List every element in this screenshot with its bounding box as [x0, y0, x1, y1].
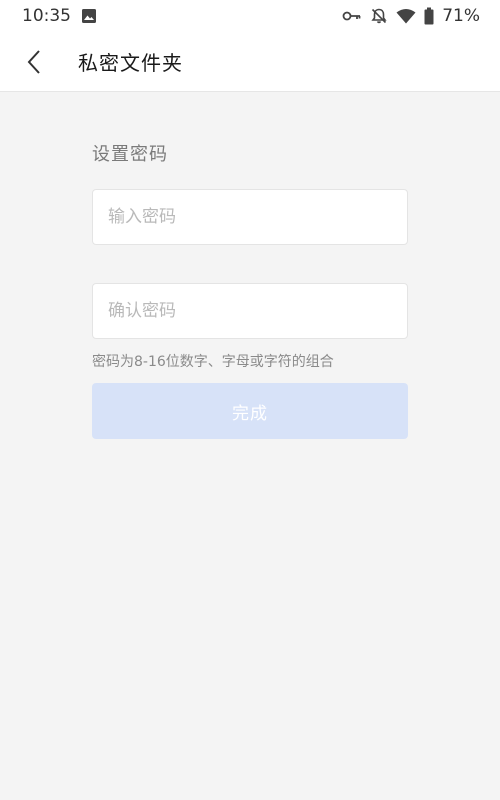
- image-icon: [81, 8, 97, 24]
- chevron-left-icon: [26, 49, 42, 75]
- password-hint: 密码为8-16位数字、字母或字符的组合: [92, 354, 334, 370]
- app-bar: 私密文件夹: [0, 32, 500, 92]
- key-icon: [342, 9, 362, 23]
- page-title: 私密文件夹: [78, 51, 183, 75]
- confirm-password-input[interactable]: [92, 283, 408, 339]
- status-bar: 10:35 71%: [0, 0, 500, 32]
- battery-percent: 71%: [442, 6, 480, 26]
- status-right: 71%: [342, 6, 480, 26]
- status-time: 10:35: [22, 6, 71, 26]
- battery-icon: [424, 7, 434, 25]
- status-left: 10:35: [22, 6, 97, 26]
- password-input[interactable]: [92, 189, 408, 245]
- wifi-icon: [396, 8, 416, 24]
- back-button[interactable]: [4, 32, 64, 92]
- done-button[interactable]: 完成: [92, 383, 408, 439]
- bell-off-icon: [370, 7, 388, 25]
- section-label: 设置密码: [92, 144, 168, 165]
